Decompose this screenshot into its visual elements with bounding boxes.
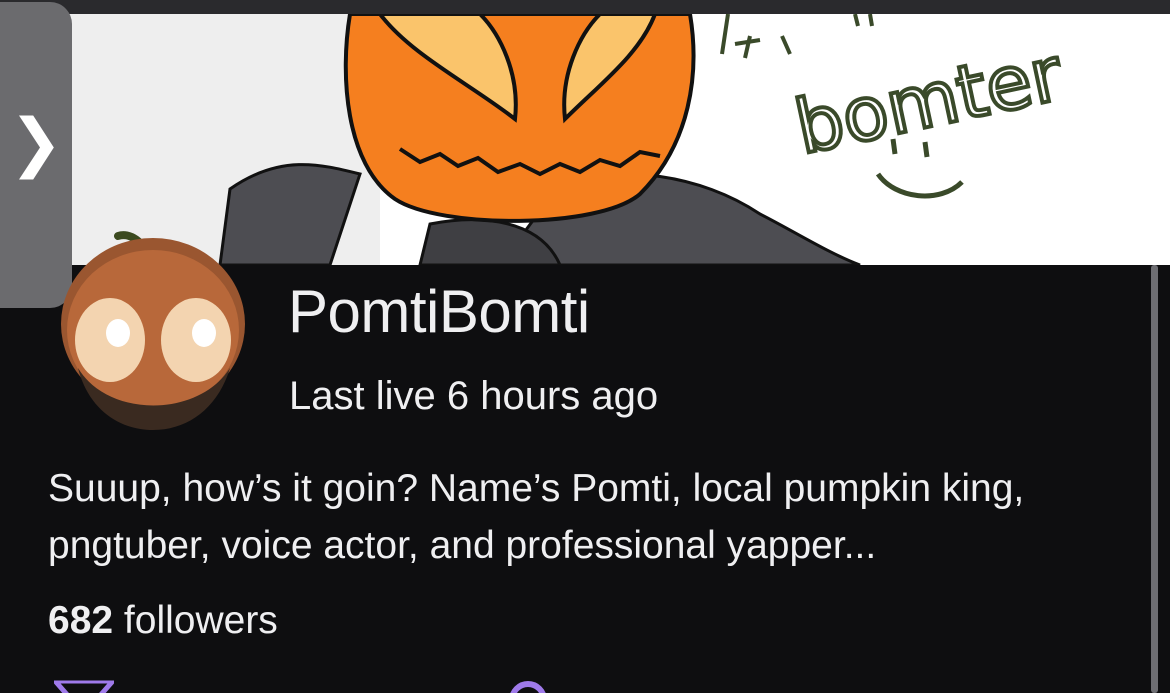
scrollbar[interactable]: [1151, 265, 1158, 693]
x-logo-icon: [54, 680, 114, 693]
chevron-right-icon: ❯: [9, 106, 63, 180]
avatar[interactable]: [48, 218, 258, 438]
pumpkin-avatar-image: [61, 231, 245, 430]
followers-count[interactable]: 682 followers: [48, 598, 278, 645]
channel-page: bomter ❯ PomtiBomti Last live 6 hours ag…: [0, 0, 1170, 693]
social-link-2[interactable]: [506, 678, 550, 693]
link-icon: [510, 681, 546, 693]
followers-label: followers: [113, 599, 278, 642]
social-link-x[interactable]: [52, 678, 116, 693]
last-live-status: Last live 6 hours ago: [289, 374, 659, 418]
top-strip: [0, 0, 1170, 14]
channel-name[interactable]: PomtiBomti: [288, 282, 590, 342]
followers-number: 682: [48, 599, 114, 642]
channel-bio: Suuup, how’s it goin? Name’s Pomti, loca…: [48, 467, 1025, 567]
